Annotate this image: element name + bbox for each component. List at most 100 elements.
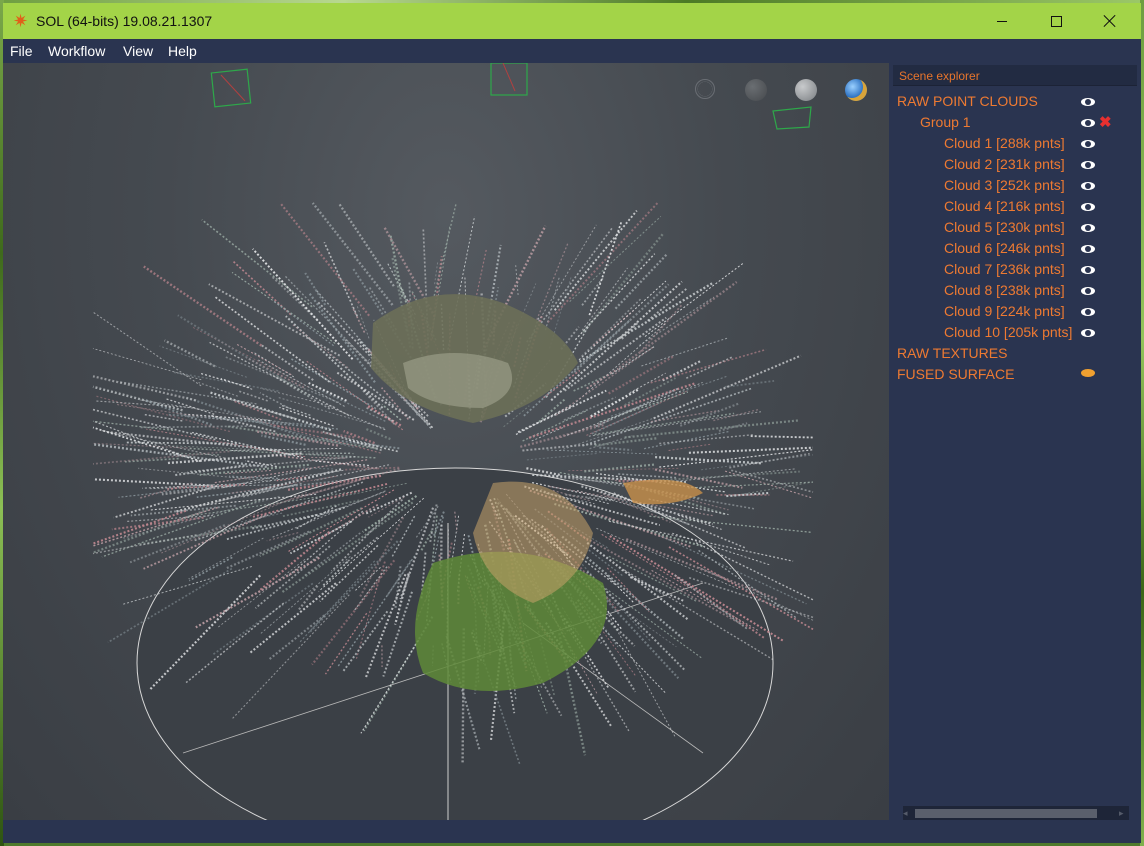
- earth-globe-icon[interactable]: [845, 79, 867, 101]
- point-cloud-streak: [546, 449, 657, 455]
- tree-raw-point-clouds[interactable]: RAW POINT CLOUDS: [897, 93, 1038, 113]
- tree-raw-textures[interactable]: RAW TEXTURES: [897, 345, 1007, 365]
- minimize-button[interactable]: [975, 3, 1029, 39]
- camera-frustum: [772, 106, 812, 130]
- tree-fused-surface[interactable]: FUSED SURFACE: [897, 366, 1014, 386]
- wireframe-globe-icon[interactable]: [695, 79, 715, 99]
- point-cloud-streak: [538, 397, 567, 423]
- light-sphere-icon[interactable]: [795, 79, 817, 101]
- scrollbar-thumb[interactable]: [915, 809, 1097, 818]
- tree-cloud-item[interactable]: Cloud 10 [205k pnts]: [944, 324, 1072, 344]
- point-cloud-streak: [270, 275, 319, 321]
- visibility-eye-icon[interactable]: [1081, 203, 1095, 211]
- point-cloud-streak: [599, 446, 632, 452]
- tree-group-1[interactable]: Group 1: [920, 114, 971, 134]
- menu-workflow[interactable]: Workflow: [48, 43, 105, 59]
- tree-cloud-item[interactable]: Cloud 1 [288k pnts]: [944, 135, 1065, 155]
- minimize-icon: [997, 20, 1007, 22]
- app-sun-icon: ✷: [13, 11, 29, 31]
- point-cloud-streak: [327, 405, 386, 431]
- visibility-eye-icon[interactable]: [1081, 98, 1095, 106]
- menu-file[interactable]: File: [10, 43, 33, 59]
- point-cloud-streak: [201, 219, 313, 308]
- visibility-eye-icon[interactable]: [1081, 140, 1095, 148]
- visibility-eye-icon[interactable]: [1081, 224, 1095, 232]
- point-cloud-streak: [655, 455, 762, 465]
- point-cloud-streak: [668, 443, 711, 451]
- point-cloud-streak: [644, 262, 744, 337]
- point-cloud-streak: [342, 466, 400, 471]
- point-cloud-streak: [259, 392, 290, 409]
- point-cloud-streak: [595, 387, 680, 428]
- scene-explorer-title: Scene explorer: [899, 69, 980, 83]
- close-button[interactable]: [1083, 3, 1137, 39]
- scroll-right-arrow-icon[interactable]: ▸: [1119, 806, 1129, 820]
- point-cloud-streak: [159, 345, 247, 378]
- point-cloud-streak: [364, 427, 391, 441]
- point-cloud-streak: [559, 410, 675, 452]
- visibility-closed-eye-icon[interactable]: [1081, 369, 1095, 377]
- tree-cloud-item[interactable]: Cloud 6 [246k pnts]: [944, 240, 1065, 260]
- visibility-eye-icon[interactable]: [1081, 308, 1095, 316]
- point-cloud-streak: [163, 339, 216, 368]
- point-cloud-streak: [608, 354, 675, 395]
- menu-help[interactable]: Help: [168, 43, 197, 59]
- point-cloud-streak: [92, 348, 202, 381]
- point-cloud-streak: [186, 396, 318, 443]
- status-bar: [3, 820, 1141, 843]
- point-cloud-streak: [569, 216, 662, 302]
- visibility-eye-icon[interactable]: [1081, 245, 1095, 253]
- point-cloud-streak: [563, 396, 617, 421]
- visibility-eye-icon[interactable]: [1081, 329, 1095, 337]
- point-cloud-streak: [650, 409, 719, 423]
- point-cloud-streak: [647, 287, 688, 322]
- point-cloud-streak: [237, 390, 268, 402]
- point-cloud-streak: [92, 450, 230, 465]
- maximize-button[interactable]: [1029, 3, 1083, 39]
- point-cloud-streak: [594, 437, 657, 447]
- menu-view[interactable]: View: [123, 43, 153, 59]
- tree-cloud-item[interactable]: Cloud 3 [252k pnts]: [944, 177, 1065, 197]
- horizontal-scrollbar[interactable]: ◂ ▸: [903, 806, 1129, 820]
- camera-frustum: [210, 68, 252, 108]
- visibility-eye-icon[interactable]: [1081, 119, 1095, 127]
- point-cloud-streak: [337, 202, 395, 287]
- point-cloud-streak: [546, 202, 659, 323]
- point-cloud-streak: [729, 452, 810, 469]
- delete-x-icon[interactable]: ✖: [1099, 115, 1112, 130]
- dark-sphere-icon[interactable]: [745, 79, 767, 101]
- tree-cloud-item[interactable]: Cloud 9 [224k pnts]: [944, 303, 1065, 323]
- point-cloud-streak: [143, 413, 183, 422]
- tree-cloud-item[interactable]: Cloud 2 [231k pnts]: [944, 156, 1065, 176]
- point-cloud-streak: [220, 377, 253, 390]
- point-cloud-streak: [573, 283, 670, 373]
- point-cloud-streak: [92, 375, 197, 402]
- visibility-eye-icon[interactable]: [1081, 182, 1095, 190]
- 3d-viewport[interactable]: [3, 63, 889, 820]
- fused-mesh-patch: [623, 479, 703, 505]
- point-cloud-streak: [261, 434, 306, 446]
- tree-cloud-item[interactable]: Cloud 7 [236k pnts]: [944, 261, 1065, 281]
- point-cloud-streak: [107, 431, 281, 452]
- point-cloud-render[interactable]: [3, 63, 889, 820]
- point-cloud-streak: [433, 202, 457, 297]
- point-cloud-streak: [550, 280, 683, 402]
- point-cloud-streak: [198, 381, 238, 397]
- visibility-eye-icon[interactable]: [1081, 287, 1095, 295]
- scene-explorer-panel: Scene explorer RAW POINT CLOUDS Group 1 …: [893, 63, 1141, 820]
- scroll-left-arrow-icon[interactable]: ◂: [903, 806, 913, 820]
- scene-explorer-header: Scene explorer: [893, 65, 1137, 86]
- point-cloud-streak: [545, 276, 560, 331]
- point-cloud-streak: [231, 447, 342, 451]
- point-cloud-streak: [351, 306, 366, 333]
- visibility-eye-icon[interactable]: [1081, 266, 1095, 274]
- tree-cloud-item[interactable]: Cloud 8 [238k pnts]: [944, 282, 1065, 302]
- point-cloud-streak: [662, 359, 703, 382]
- maximize-icon: [1050, 15, 1062, 27]
- title-bar[interactable]: ✷ SOL (64-bits) 19.08.21.1307: [3, 3, 1141, 39]
- tree-cloud-item[interactable]: Cloud 4 [216k pnts]: [944, 198, 1065, 218]
- visibility-eye-icon[interactable]: [1081, 161, 1095, 169]
- point-cloud-streak: [581, 276, 605, 306]
- point-cloud-streak: [343, 429, 376, 445]
- tree-cloud-item[interactable]: Cloud 5 [230k pnts]: [944, 219, 1065, 239]
